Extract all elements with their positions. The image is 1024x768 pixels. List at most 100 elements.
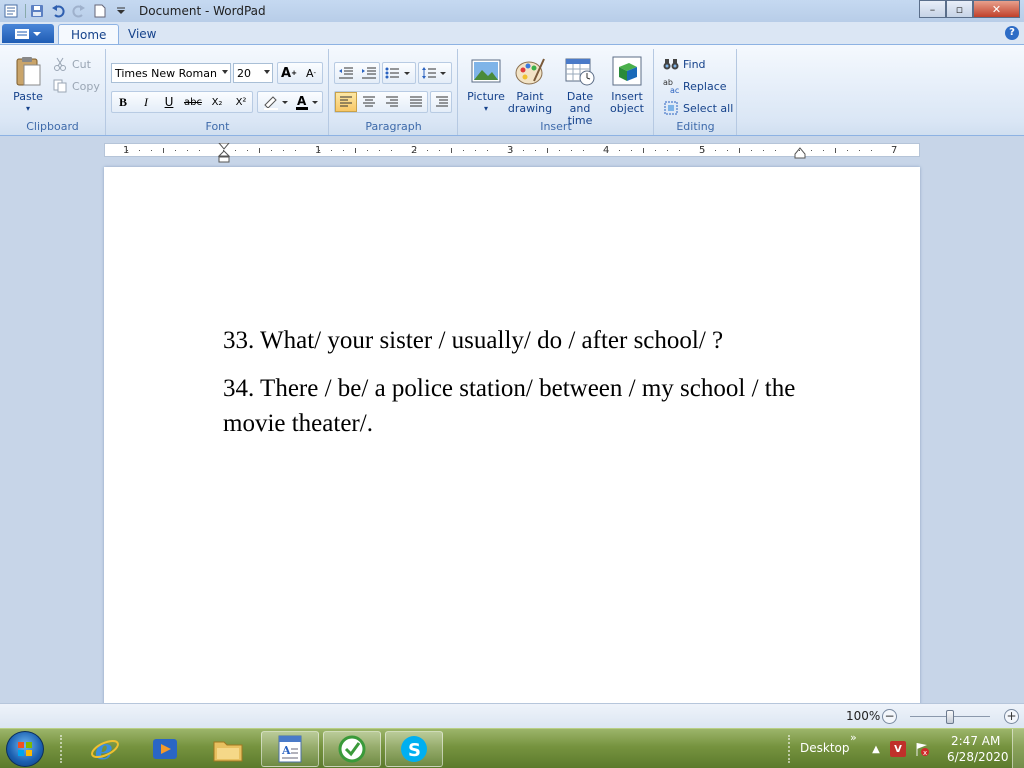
desktop-toolbar-label[interactable]: Desktop: [800, 741, 850, 755]
shrink-font-button[interactable]: A-: [300, 63, 322, 83]
start-button[interactable]: [6, 731, 44, 767]
select-all-button[interactable]: Select all: [663, 99, 733, 117]
document-paragraph[interactable]: 33. What/ your sister / usually/ do / af…: [223, 323, 823, 358]
zoom-in-button[interactable]: +: [1004, 709, 1019, 724]
font-group: Times New Roman 20 A + A- B I U abc X₂ X²…: [107, 49, 329, 135]
taskbar-explorer[interactable]: [199, 731, 257, 767]
underline-button[interactable]: U: [158, 92, 180, 112]
subscript-button[interactable]: X₂: [206, 92, 228, 112]
align-center-button[interactable]: [358, 92, 380, 112]
decrease-indent-button[interactable]: [335, 63, 357, 83]
grow-font-button[interactable]: A +: [278, 63, 300, 83]
ruler-tick: [523, 150, 524, 151]
ruler-tick: [247, 150, 248, 151]
paste-button[interactable]: Paste ▾: [8, 55, 48, 115]
antivirus-tray-icon[interactable]: V: [890, 741, 906, 757]
document-page[interactable]: 33. What/ your sister / usually/ do / af…: [104, 167, 920, 703]
font-size-select[interactable]: 20: [233, 63, 273, 83]
replace-icon: ab ac: [663, 78, 679, 94]
save-icon[interactable]: [28, 2, 46, 20]
customize-qat-icon[interactable]: [112, 2, 130, 20]
insert-object-button[interactable]: Insert object: [605, 55, 649, 115]
paste-label: Paste: [13, 90, 43, 103]
minimize-button[interactable]: –: [919, 0, 946, 18]
undo-icon[interactable]: [49, 2, 67, 20]
font-family-select[interactable]: Times New Roman: [111, 63, 231, 83]
paragraph-dialog-button[interactable]: [431, 92, 453, 112]
ruler-tick: [547, 148, 548, 153]
color-group: A: [257, 91, 323, 113]
replace-button[interactable]: ab ac Replace: [663, 77, 727, 95]
cut-button[interactable]: Cut: [52, 55, 91, 73]
ruler-tick: [511, 150, 512, 151]
ruler-tick: [259, 148, 260, 153]
object-icon: [612, 56, 642, 86]
chevron-down-icon: [222, 70, 228, 74]
align-right-button[interactable]: [381, 92, 403, 112]
paint-drawing-button[interactable]: Paint drawing: [507, 55, 553, 115]
internet-explorer-icon: e: [91, 733, 119, 765]
taskbar-wordpad[interactable]: A: [261, 731, 319, 767]
show-hidden-icons-icon[interactable]: ▲: [868, 741, 884, 757]
ruler-tick: [487, 150, 488, 151]
taskbar-green-app[interactable]: [323, 731, 381, 767]
bullet-list-button[interactable]: [383, 63, 415, 83]
align-right-icon: [386, 96, 398, 107]
redo-icon[interactable]: [70, 2, 88, 20]
insert-group: Picture ▾ Paint drawing Date and time In…: [459, 49, 654, 135]
increase-indent-button[interactable]: [358, 63, 380, 83]
datetime-label-line1: Date and: [566, 90, 594, 115]
highlight-color-button[interactable]: [260, 92, 290, 112]
taskbar-internet-explorer[interactable]: e: [76, 731, 134, 767]
show-desktop-button[interactable]: [1012, 729, 1024, 768]
taskbar-media-player[interactable]: [136, 731, 194, 767]
increase-indent-icon: [362, 67, 376, 79]
ruler[interactable]: 1 1 2 3 4 5 7: [104, 143, 920, 163]
align-left-button[interactable]: [335, 92, 357, 112]
ruler-tick: [175, 150, 176, 151]
document-text[interactable]: 33. What/ your sister / usually/ do / af…: [223, 323, 823, 454]
wordpad-app-icon[interactable]: [2, 2, 20, 20]
left-indent-marker-icon[interactable]: [218, 143, 230, 163]
action-center-flag-icon[interactable]: x: [914, 741, 930, 757]
new-document-icon[interactable]: [91, 2, 109, 20]
bold-button[interactable]: B: [112, 92, 134, 112]
help-icon[interactable]: ?: [1005, 26, 1019, 40]
skype-icon: S: [401, 736, 427, 762]
zoom-slider-thumb[interactable]: [946, 710, 954, 724]
line-spacing-button[interactable]: [419, 63, 451, 83]
tab-home[interactable]: Home: [58, 24, 120, 44]
text-color-button[interactable]: A: [292, 92, 322, 112]
copy-button[interactable]: Copy: [52, 77, 100, 95]
italic-button[interactable]: I: [135, 92, 157, 112]
maximize-button[interactable]: ▫: [946, 0, 973, 18]
ruler-tick: [319, 150, 320, 151]
ruler-tick: [451, 148, 452, 153]
desktop-toolbar-chevron-icon[interactable]: »: [850, 731, 857, 744]
taskbar-skype[interactable]: S: [385, 731, 443, 767]
ruler-tick: [619, 150, 620, 151]
paragraph-group-label: Paragraph: [365, 120, 422, 133]
find-button[interactable]: Find: [663, 55, 706, 73]
date-time-button[interactable]: Date and time: [555, 55, 605, 127]
close-button[interactable]: ✕: [973, 0, 1020, 18]
highlighter-icon: [264, 96, 288, 110]
ruler-tick: [367, 150, 368, 151]
insert-picture-button[interactable]: Picture ▾: [465, 55, 507, 115]
clock-time[interactable]: 2:47 AM: [951, 734, 1000, 748]
clock-date[interactable]: 6/28/2020: [947, 750, 1009, 764]
document-paragraph[interactable]: 34. There / be/ a police station/ betwee…: [223, 371, 823, 441]
justify-button[interactable]: [405, 92, 427, 112]
zoom-out-button[interactable]: −: [882, 709, 897, 724]
taskbar: e A S Desktop » ▲ V x 2:47 AM 6/28/2020: [0, 728, 1024, 768]
ruler-tick: [559, 150, 560, 151]
tab-view[interactable]: View: [116, 24, 168, 44]
ruler-number: 7: [891, 145, 898, 156]
ruler-tick: [331, 150, 332, 151]
application-menu-button[interactable]: [2, 24, 54, 43]
svg-text:e: e: [95, 733, 113, 765]
alignment-group: [334, 91, 428, 113]
superscript-button[interactable]: X²: [230, 92, 252, 112]
strikethrough-button[interactable]: abc: [182, 92, 204, 112]
right-indent-marker-icon[interactable]: [794, 147, 806, 159]
